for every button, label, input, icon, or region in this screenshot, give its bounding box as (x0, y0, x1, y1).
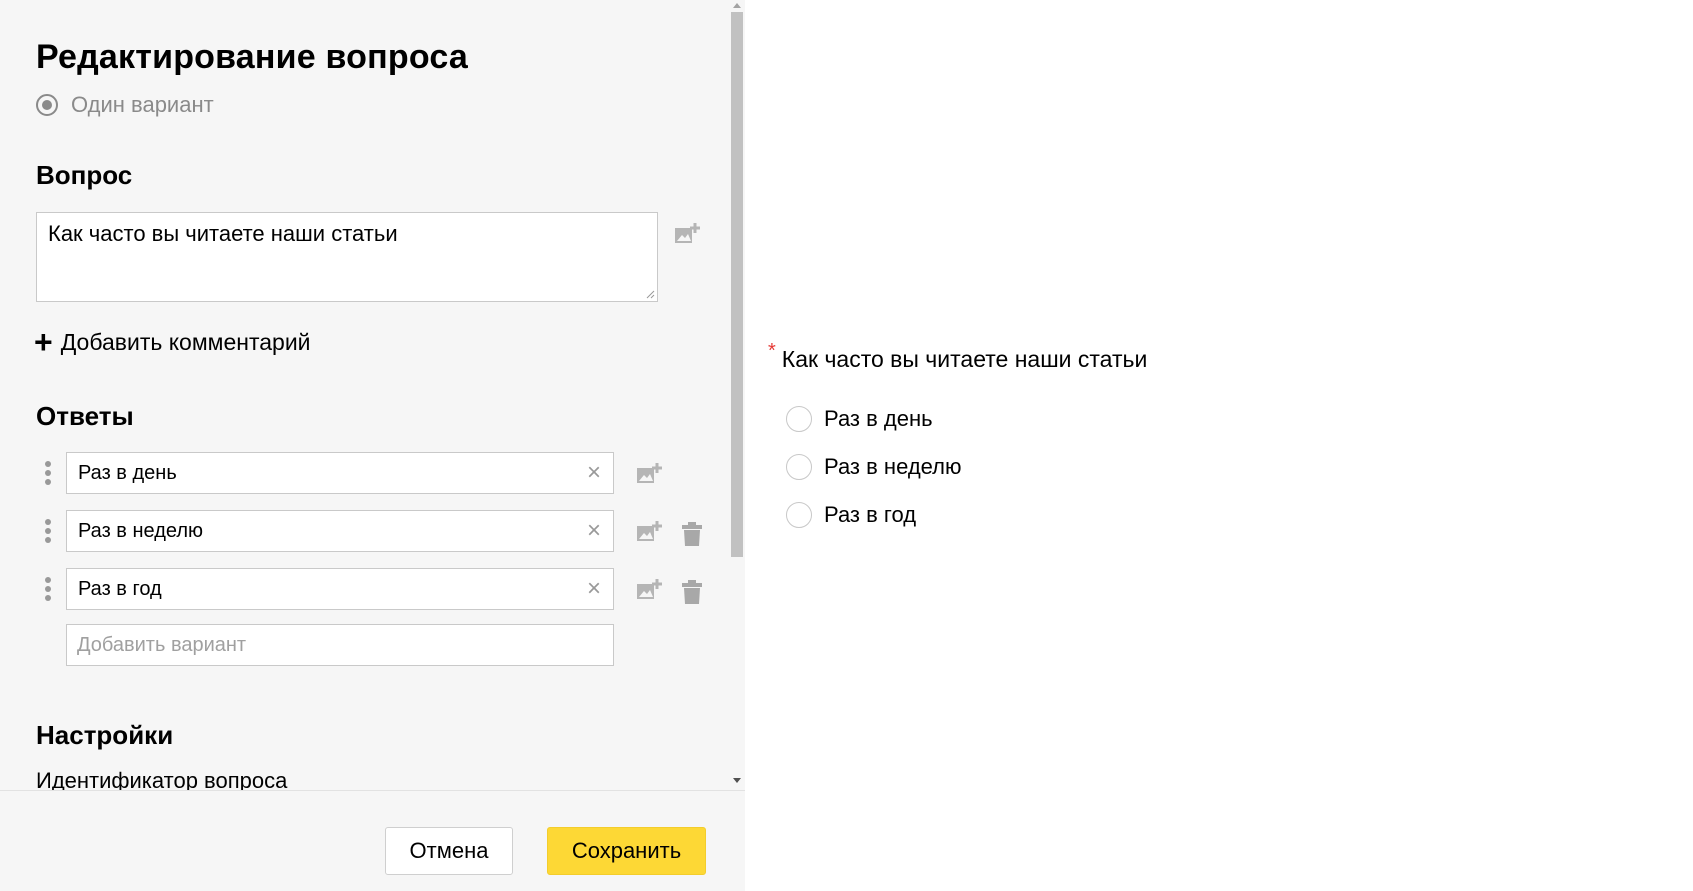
vertical-scrollbar[interactable] (728, 0, 745, 790)
trash-icon[interactable] (682, 580, 702, 604)
settings-section-heading: Настройки (36, 720, 174, 750)
answers-section-heading: Ответы (36, 401, 134, 431)
question-type-label: Один вариант (71, 92, 214, 117)
answer-text: Раз в неделю (78, 520, 204, 542)
radio-checked-icon (36, 94, 58, 116)
editor-footer: Отмена Сохранить (0, 790, 745, 891)
preview-option-label: Раз в неделю (824, 454, 962, 479)
question-textarea[interactable]: Как часто вы читаете наши статьи (36, 212, 658, 302)
drag-handle-icon[interactable] (44, 577, 52, 603)
drag-handle-icon[interactable] (44, 461, 52, 487)
preview-question: * Как часто вы читаете наши статьи (768, 340, 1148, 373)
answer-input[interactable]: Раз в неделю × (66, 510, 614, 552)
radio-unchecked-icon[interactable] (786, 502, 812, 528)
editor-scroll-area: Редактирование вопроса Один вариант Вопр… (0, 0, 728, 790)
add-variant-input[interactable]: Добавить вариант (66, 624, 614, 666)
preview-option[interactable]: Раз в год (786, 502, 916, 528)
radio-unchecked-icon[interactable] (786, 454, 812, 480)
preview-option-label: Раз в год (824, 502, 917, 527)
preview-option[interactable]: Раз в день (786, 406, 933, 432)
question-section-heading: Вопрос (36, 160, 133, 190)
add-image-icon[interactable] (636, 578, 662, 602)
trash-icon[interactable] (682, 522, 702, 546)
question-editor-panel: Редактирование вопроса Один вариант Вопр… (0, 0, 745, 891)
resize-grip-icon[interactable] (645, 289, 655, 299)
clear-icon[interactable]: × (587, 519, 601, 543)
preview-option-label: Раз в день (824, 406, 933, 431)
add-comment-button[interactable]: + Добавить комментарий (34, 326, 311, 358)
clear-icon[interactable]: × (587, 577, 601, 601)
question-id-label: Идентификатор вопроса (36, 768, 288, 790)
answer-input[interactable]: Раз в год × (66, 568, 614, 610)
required-mark: * (768, 340, 776, 362)
add-comment-label: Добавить комментарий (60, 328, 311, 355)
add-image-icon[interactable] (636, 520, 662, 544)
plus-icon: + (34, 324, 53, 360)
question-type-option[interactable]: Один вариант (36, 92, 214, 118)
scrollbar-thumb[interactable] (731, 12, 743, 557)
add-image-icon[interactable] (636, 462, 662, 486)
save-button[interactable]: Сохранить (547, 827, 706, 875)
preview-option[interactable]: Раз в неделю (786, 454, 962, 480)
answer-input[interactable]: Раз в день × (66, 452, 614, 494)
radio-unchecked-icon[interactable] (786, 406, 812, 432)
scroll-up-icon[interactable] (733, 3, 741, 8)
clear-icon[interactable]: × (587, 461, 601, 485)
cancel-button[interactable]: Отмена (385, 827, 513, 875)
page-title: Редактирование вопроса (36, 38, 468, 76)
scroll-down-icon[interactable] (733, 778, 741, 783)
drag-handle-icon[interactable] (44, 519, 52, 545)
add-image-icon[interactable] (674, 222, 700, 246)
preview-question-text: Как часто вы читаете наши статьи (781, 346, 1148, 372)
answer-text: Раз в год (78, 578, 162, 600)
question-text: Как часто вы читаете наши статьи (48, 221, 398, 246)
answer-text: Раз в день (78, 462, 177, 484)
